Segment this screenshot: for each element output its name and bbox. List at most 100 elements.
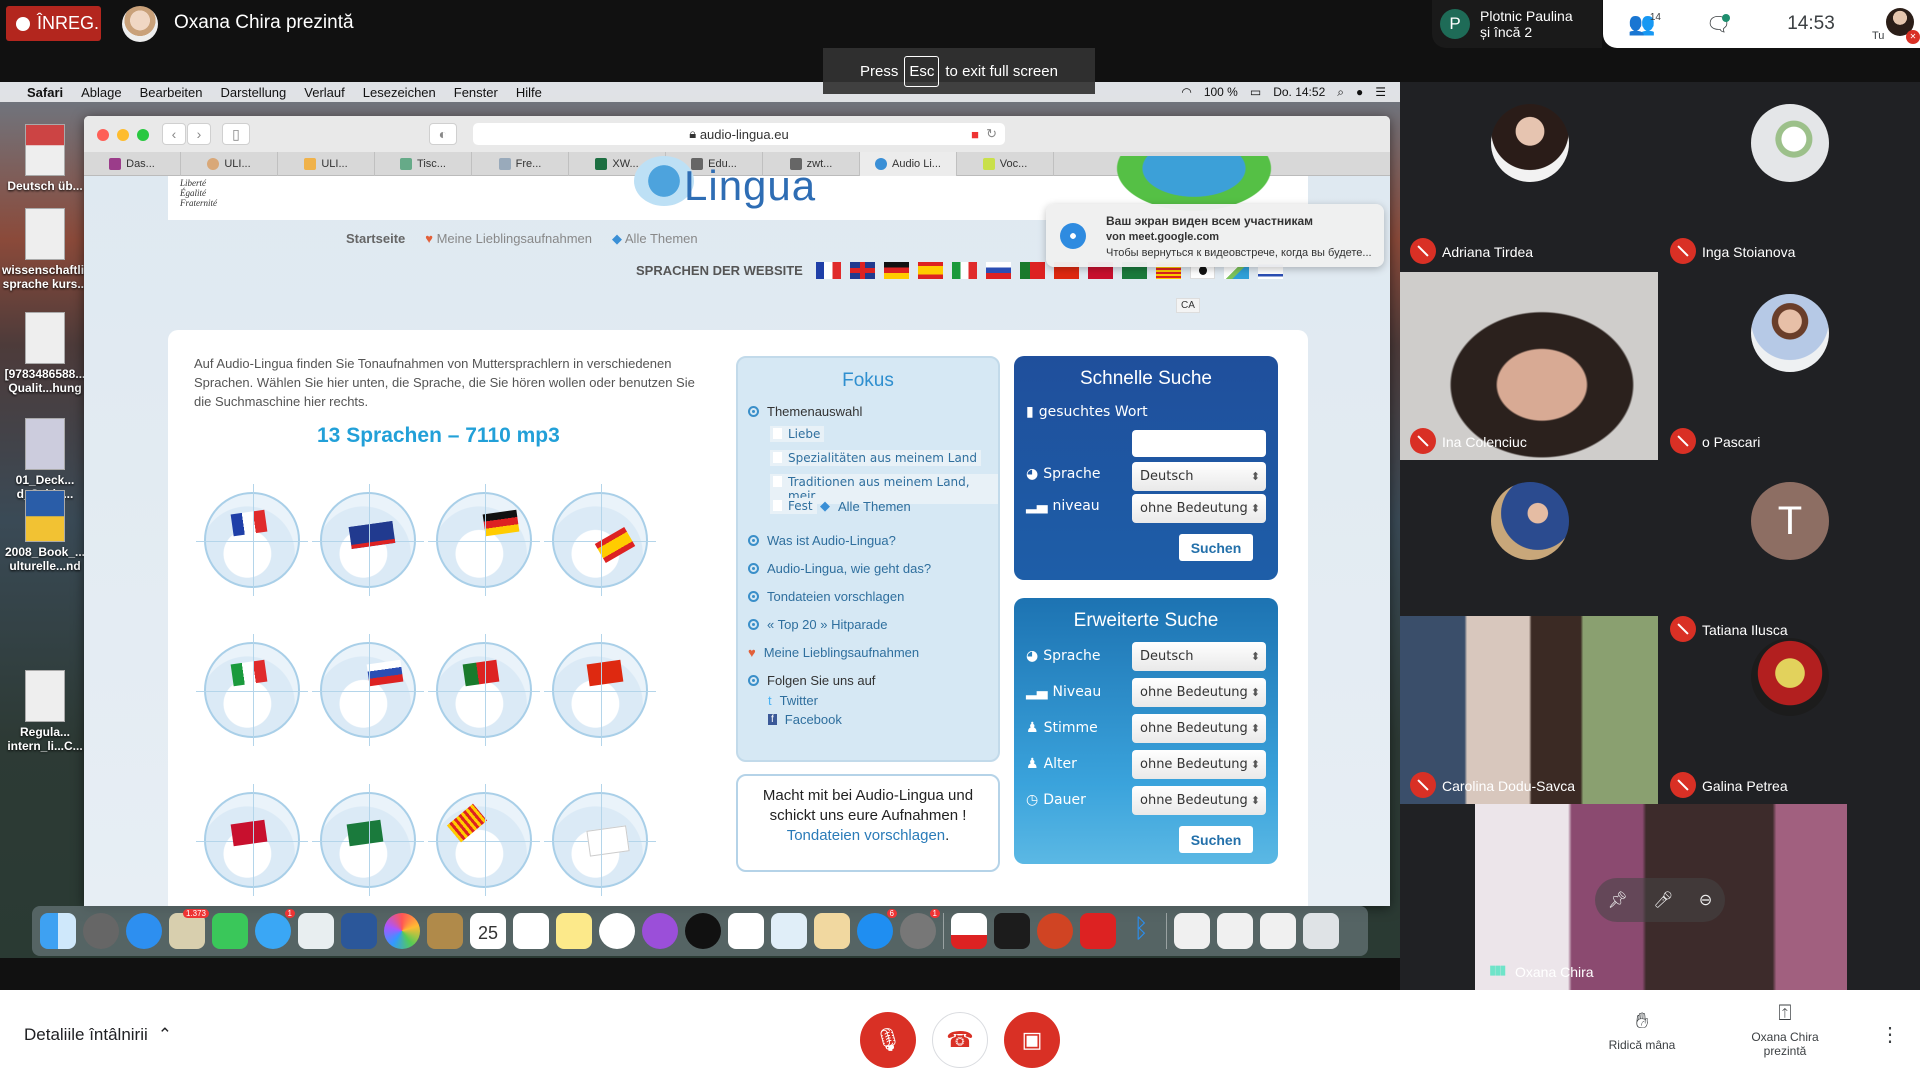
menu-fenster[interactable]: Fenster [445,85,507,100]
meeting-details-button[interactable]: Detaliile întâlnirii ⌃ [24,1025,172,1045]
language-moon-ru[interactable] [312,634,424,746]
desktop-file[interactable]: [9783486588... Qualit...hung [2,312,88,395]
notes-icon[interactable] [556,913,592,949]
pin-icon[interactable]: 📌︎ [1608,890,1628,910]
level-select[interactable]: ohne Bedeutung [1132,494,1266,523]
advanced-search-button[interactable]: Suchen [1179,826,1253,853]
quick-search-button[interactable]: Suchen [1179,534,1253,561]
nav-home[interactable]: Startseite [346,231,405,247]
language-moon-de[interactable] [428,484,540,596]
forward-button[interactable]: › [187,123,211,145]
extension-icon[interactable]: ■ [971,127,979,142]
participant-tile[interactable]: Adriana Tirdea [1400,82,1658,270]
desktop-file[interactable]: 01_Deck... d_Schlu... [2,418,88,501]
all-themes-link[interactable]: ◆ Alle Themen [820,498,911,514]
twitter-link[interactable]: t Twitter [768,693,818,708]
music-icon[interactable] [599,913,635,949]
language-moon-co[interactable] [544,784,656,896]
nav-topics[interactable]: ◆ Alle Themen [612,231,698,247]
fokus-link[interactable]: Tondateien vorschlagen [748,589,904,604]
zoom-window-button[interactable] [137,129,149,141]
desktop-file[interactable]: Regula... intern_li...C... [2,670,88,753]
remove-icon[interactable]: ⊖ [1699,890,1712,910]
menu-bearbeiten[interactable]: Bearbeiten [131,85,212,100]
powerpoint-icon[interactable] [1037,913,1073,949]
screen-share-notification[interactable]: Ваш экран виден всем участникам von meet… [1046,204,1384,267]
menubar-datetime[interactable]: Do. 14:52 [1273,85,1325,99]
back-button[interactable]: ‹ [162,123,186,145]
fokus-link[interactable]: « Top 20 » Hitparade [748,617,887,632]
presenting-button[interactable]: ⍐ Oxana Chira prezintă [1740,1000,1830,1058]
language-moon-en[interactable] [312,484,424,596]
desktop-file[interactable]: wissenschaftli... sprache kurs... [2,208,94,291]
language-moon-it[interactable] [196,634,308,746]
mic-icon[interactable]: 🎤︎ [1653,890,1673,910]
bluetooth-icon[interactable]: ᛒ [1123,913,1159,949]
browser-tab[interactable]: Das... [84,152,181,176]
flag-es-icon[interactable] [917,262,943,279]
menu-hilfe[interactable]: Hilfe [507,85,551,100]
language-moon-oc[interactable] [196,784,308,896]
battery-icon[interactable]: ▭ [1250,85,1261,99]
calendar-icon[interactable]: 25 [470,913,506,949]
reload-icon[interactable]: ↻ [986,126,997,142]
language-moon-ar[interactable] [312,784,424,896]
appletv-icon[interactable] [685,913,721,949]
fokus-link-favorites[interactable]: ♥ Meine Lieblingsaufnahmen [748,645,919,660]
fokus-link[interactable]: Was ist Audio-Lingua? [748,533,896,548]
adv-level-select[interactable]: ohne Bedeutung [1132,678,1266,707]
camera-toggle-button[interactable]: ▣ [1004,1012,1060,1068]
flag-de-icon[interactable] [883,262,909,279]
menu-ablage[interactable]: Ablage [72,85,130,100]
language-moon-zh[interactable] [544,634,656,746]
browser-tab[interactable]: Tisc... [375,152,472,176]
word-icon[interactable] [341,913,377,949]
pdf-expert-icon[interactable] [951,913,987,949]
trash-icon[interactable] [1303,913,1339,949]
safari-icon[interactable] [126,913,162,949]
participant-tile[interactable]: Inga Stoianova [1660,82,1918,270]
browser-tab-active[interactable]: Audio Li... [860,152,957,176]
recent-document-icon[interactable] [1260,913,1296,949]
recent-document-icon[interactable] [1217,913,1253,949]
facetime-icon[interactable] [212,913,248,949]
preview-icon[interactable]: 1.373 [169,909,209,949]
reminders-icon[interactable] [513,913,549,949]
adv-voice-select[interactable]: ohne Bedeutung [1132,714,1266,743]
pdf-reader-icon[interactable] [1080,913,1116,949]
host-chip[interactable]: P Plotnic Paulina și încă 2 [1432,0,1602,48]
fokus-link[interactable]: Audio-Lingua, wie geht das? [748,561,931,576]
flag-fr-icon[interactable] [815,262,841,279]
desktop-file[interactable]: Deutsch üb... [2,124,88,193]
appstore-icon[interactable]: 6 [857,909,897,949]
participant-tile[interactable]: Carolina Dodu-Savca [1400,616,1658,804]
url-bar[interactable]: 🔒︎ audio-lingua.eu ■ ↻ [473,123,1005,145]
flag-uk-icon[interactable] [849,262,875,279]
leave-call-button[interactable]: ☎︎ [932,1012,988,1068]
photos-icon[interactable] [384,913,420,949]
self-tile[interactable]: Tu ✕ [1866,0,1920,48]
privacy-shield-icon[interactable]: ◐ [429,123,457,145]
menu-lesezeichen[interactable]: Lesezeichen [354,85,445,100]
sidebar-toggle-button[interactable]: ▯ [222,123,250,145]
people-button[interactable]: 👥 14 [1603,0,1681,48]
pages-icon[interactable] [814,913,850,949]
search-word-input[interactable] [1132,430,1266,457]
minimize-window-button[interactable] [117,129,129,141]
mic-toggle-button[interactable]: 🎙︎ [860,1012,916,1068]
presenter-video-tile[interactable]: 📌︎ 🎤︎ ⊖ ▮▮▮ Oxana Chira [1475,804,1847,990]
theme-link[interactable]: Spezialitäten aus meinem Land [770,450,982,466]
numbers-icon[interactable] [728,913,764,949]
participant-tile[interactable]: Ina Colenciuc [1400,272,1658,460]
wifi-icon[interactable]: ◠ [1181,85,1191,99]
browser-tab[interactable]: Voc... [957,152,1054,176]
chat-button[interactable]: 🗨 [1681,0,1756,48]
language-moon-es[interactable] [544,484,656,596]
language-moon-pt[interactable] [428,634,540,746]
contacts-icon[interactable] [427,913,463,949]
language-moon-ca[interactable] [428,784,540,896]
podcasts-icon[interactable] [642,913,678,949]
adv-language-select[interactable]: Deutsch [1132,642,1266,671]
facebook-link[interactable]: f Facebook [768,712,842,727]
keynote-icon[interactable] [771,913,807,949]
